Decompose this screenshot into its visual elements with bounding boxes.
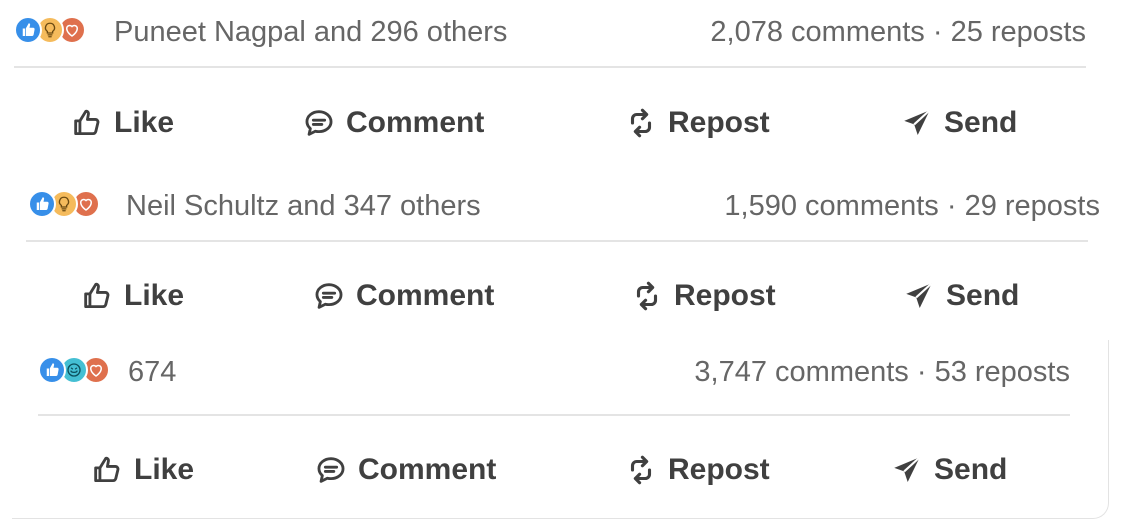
social-counts-row: 674 3,747 comments · 53 reposts — [12, 340, 1108, 404]
comment-button[interactable]: Comment — [314, 446, 496, 494]
like-label: Like — [114, 106, 175, 139]
post-social-bar: 674 3,747 comments · 53 reposts Like Com… — [12, 340, 1109, 519]
thumbs-up-icon — [94, 456, 120, 483]
reaction-icons[interactable] — [28, 190, 100, 218]
reaction-icons[interactable] — [14, 16, 86, 44]
comment-label: Comment — [358, 453, 497, 486]
comment-icon — [315, 283, 343, 309]
repost-label: Repost — [668, 453, 770, 486]
social-counts-row: Puneet Nagpal and 296 others 2,078 comme… — [0, 0, 1122, 64]
repost-icon — [630, 108, 652, 138]
comments-reposts-count[interactable]: 3,747 comments · 53 reposts — [694, 356, 1070, 388]
like-label: Like — [124, 279, 185, 312]
action-bar: Like Comment Repost Send — [0, 99, 1122, 159]
post-social-bar: Puneet Nagpal and 296 others 2,078 comme… — [0, 0, 1122, 170]
repost-label: Repost — [668, 106, 770, 139]
comment-label: Comment — [356, 279, 495, 312]
reactor-names[interactable]: Puneet Nagpal and 296 others — [114, 16, 507, 48]
repost-icon — [636, 281, 658, 311]
reactor-names[interactable]: Neil Schultz and 347 others — [126, 190, 481, 222]
send-icon — [906, 282, 933, 309]
action-bar: Like Comment Repost Send — [12, 446, 1108, 506]
send-label: Send — [946, 279, 1020, 312]
comment-button[interactable]: Comment — [312, 272, 494, 320]
divider — [38, 414, 1070, 416]
comments-reposts-count[interactable]: 1,590 comments · 29 reposts — [724, 190, 1100, 222]
comment-icon — [317, 457, 345, 483]
send-button[interactable]: Send — [890, 446, 1007, 494]
like-label: Like — [134, 453, 195, 486]
send-label: Send — [944, 106, 1018, 139]
repost-button[interactable]: Repost — [630, 272, 776, 320]
reaction-icons[interactable] — [38, 356, 110, 384]
repost-button[interactable]: Repost — [624, 99, 770, 147]
send-button[interactable]: Send — [900, 99, 1017, 147]
like-button[interactable]: Like — [90, 446, 194, 494]
like-button[interactable]: Like — [80, 272, 184, 320]
like-reaction-icon — [28, 190, 56, 218]
like-reaction-icon — [14, 16, 42, 44]
reaction-count[interactable]: 674 — [128, 356, 176, 388]
send-label: Send — [934, 453, 1008, 486]
repost-button[interactable]: Repost — [624, 446, 770, 494]
comments-reposts-count[interactable]: 2,078 comments · 25 reposts — [710, 16, 1086, 48]
post-social-bar: Neil Schultz and 347 others 1,590 commen… — [12, 174, 1122, 342]
divider — [14, 66, 1086, 68]
send-button[interactable]: Send — [902, 272, 1019, 320]
comment-label: Comment — [346, 106, 485, 139]
repost-icon — [630, 455, 652, 485]
thumbs-up-icon — [74, 109, 100, 136]
send-icon — [894, 456, 921, 483]
social-counts-row: Neil Schultz and 347 others 1,590 commen… — [12, 174, 1122, 238]
comment-icon — [305, 110, 333, 136]
like-reaction-icon — [38, 356, 66, 384]
like-button[interactable]: Like — [70, 99, 174, 147]
divider — [26, 240, 1088, 242]
thumbs-up-icon — [84, 282, 110, 309]
action-bar: Like Comment Repost Send — [12, 272, 1122, 332]
send-icon — [904, 109, 931, 136]
repost-label: Repost — [674, 279, 776, 312]
comment-button[interactable]: Comment — [302, 99, 484, 147]
